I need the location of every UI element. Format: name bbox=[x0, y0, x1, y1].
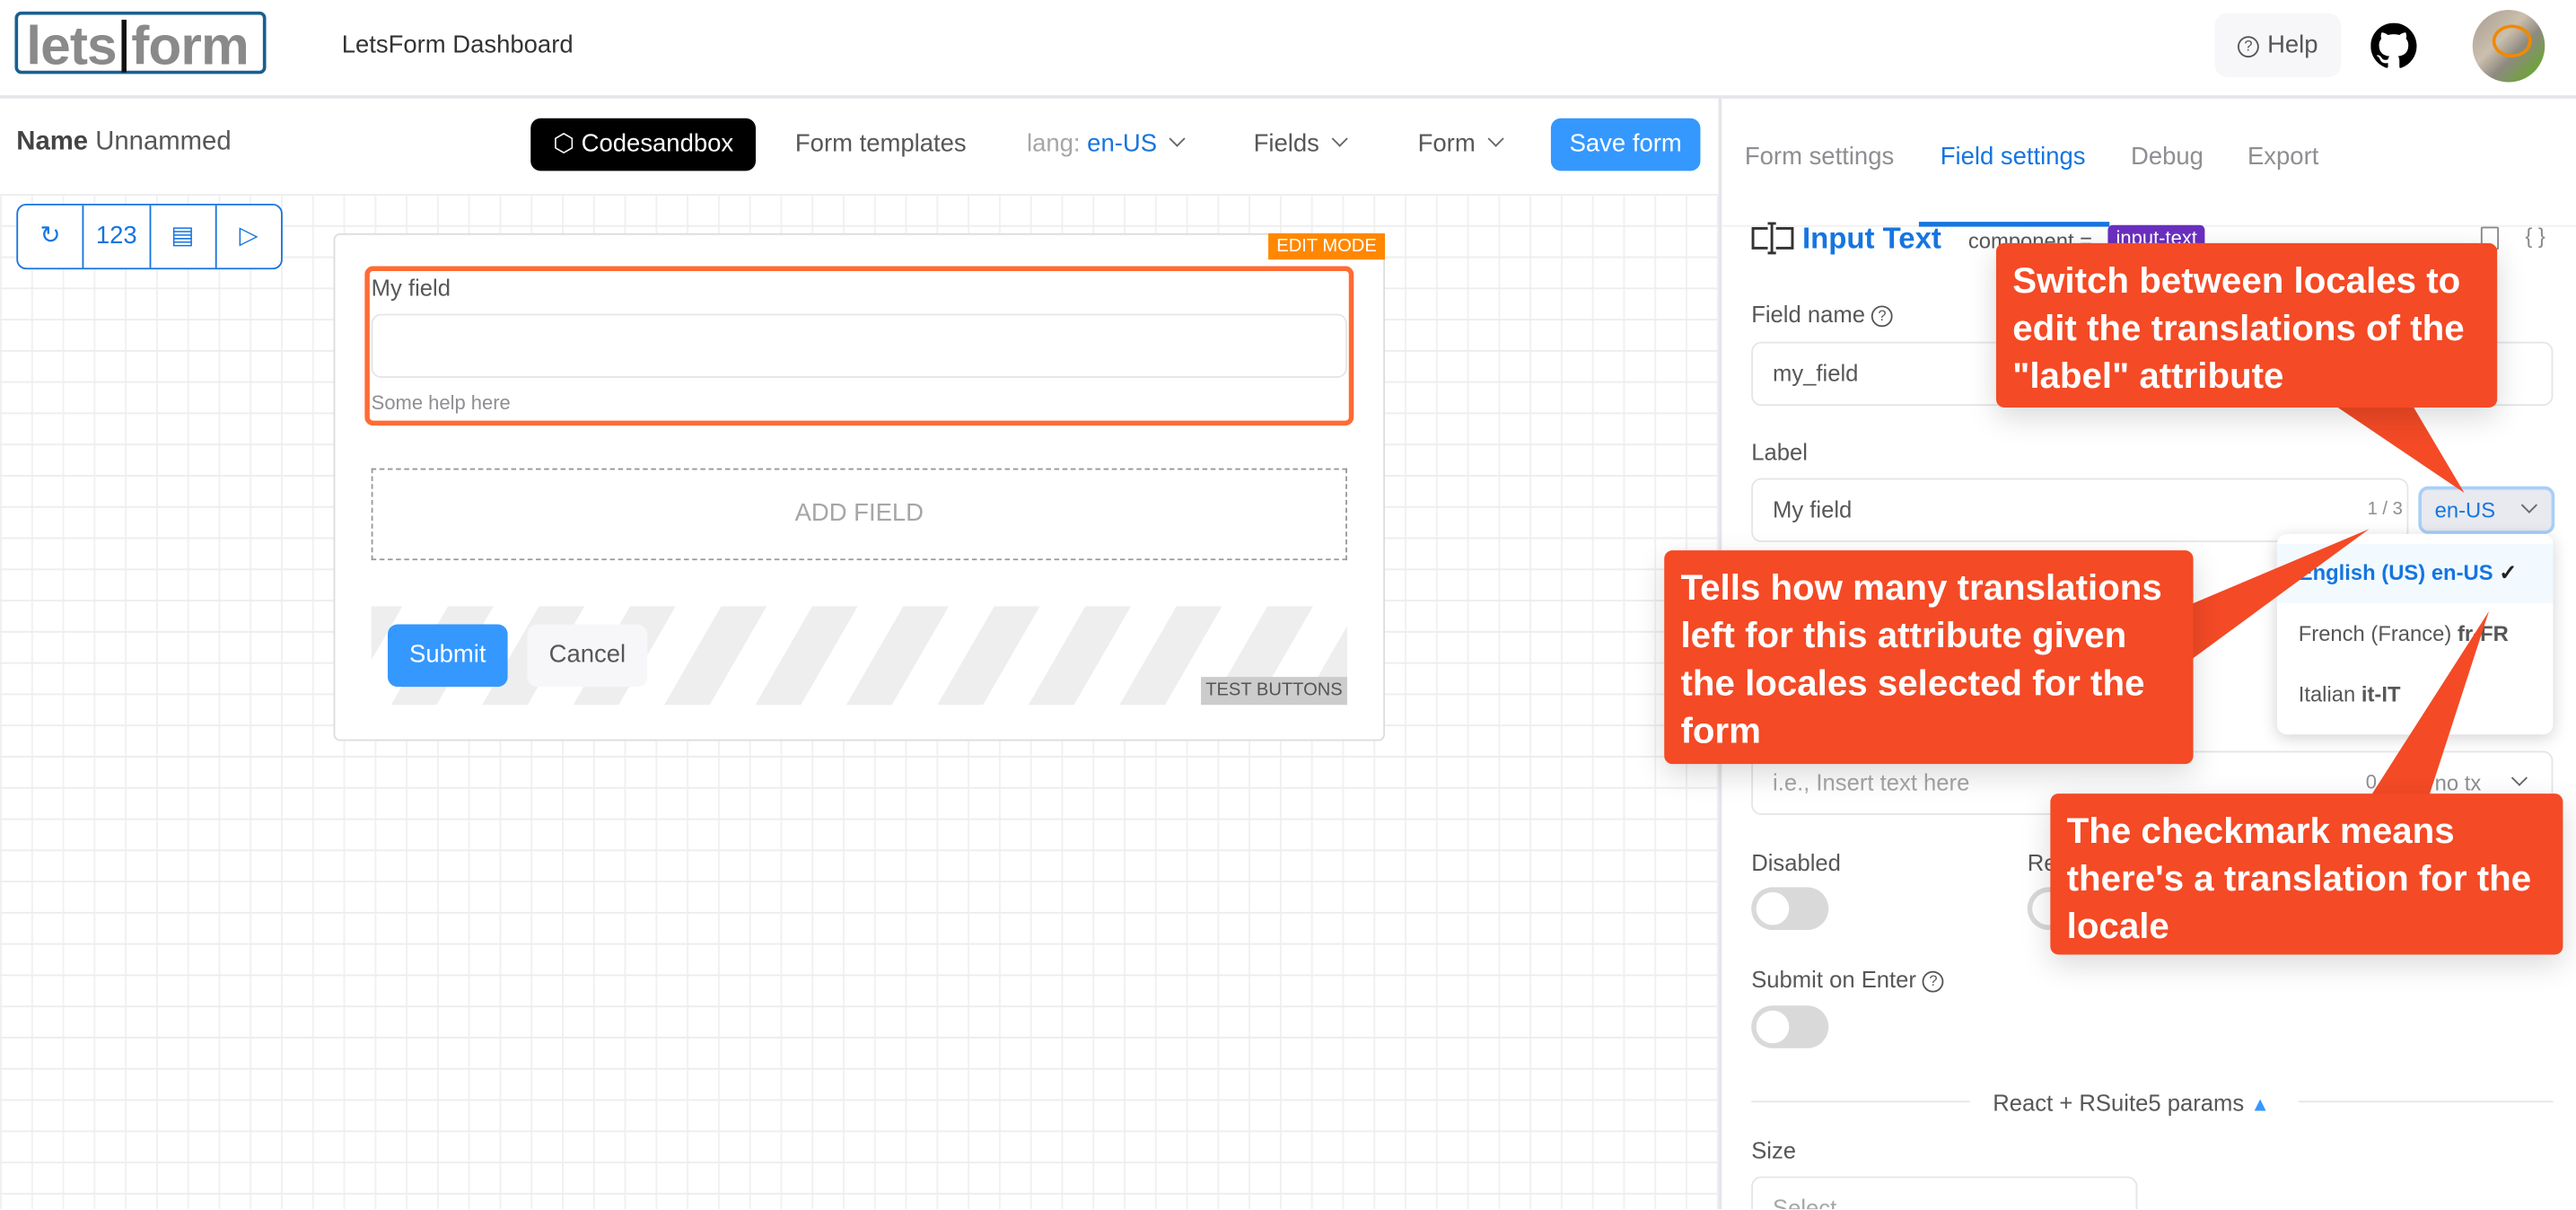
callout-translations-left: Tells how many translations left for thi… bbox=[1664, 550, 2194, 765]
callout-checkmark: The checkmark means there's a translatio… bbox=[2050, 794, 2563, 955]
callout-pointer bbox=[2333, 404, 2465, 494]
callout-pointer bbox=[2369, 610, 2490, 799]
callout-switch-locales: Switch between locales to edit the trans… bbox=[1995, 242, 2498, 408]
callout-pointer bbox=[2189, 529, 2370, 661]
